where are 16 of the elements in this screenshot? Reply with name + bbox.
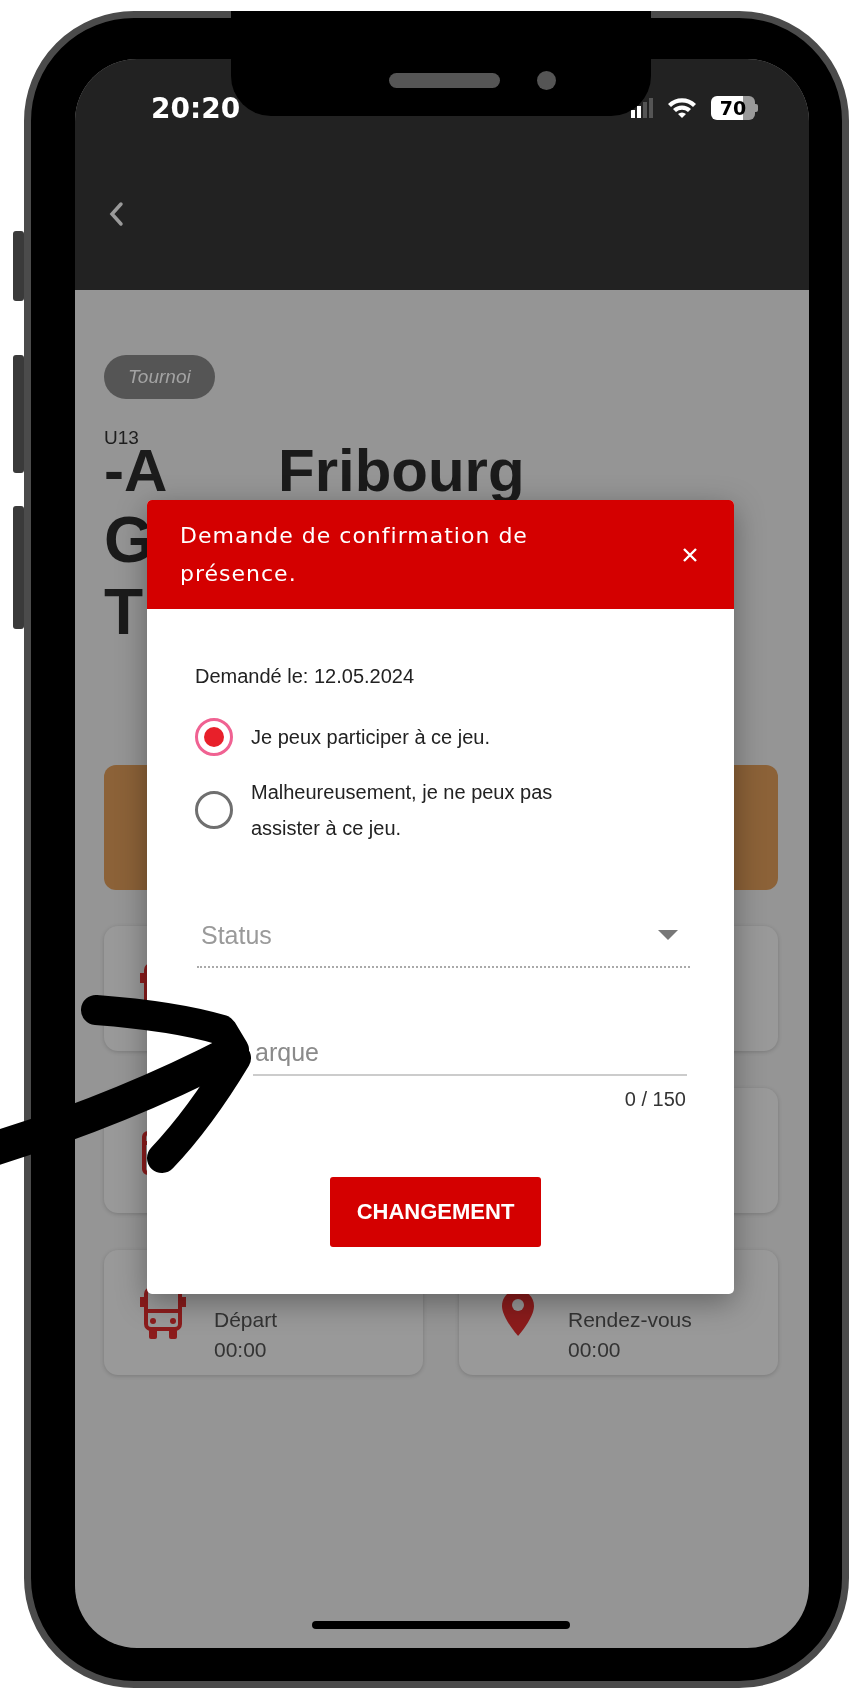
category-chip: Tournoi (104, 355, 215, 399)
request-date: Demandé le: 12.05.2024 (195, 665, 416, 688)
event-title: Fribourg (278, 441, 525, 501)
option-label[interactable]: Malheureusement, je ne peux pas assister à ce jeu. (251, 774, 621, 846)
battery-icon: 70 (711, 96, 758, 120)
card-label: Départ (214, 1307, 278, 1332)
card-time: 00:00 (568, 1337, 622, 1362)
event-title: T (104, 579, 144, 645)
card-label: Rendez-vous (568, 1307, 692, 1332)
char-counter: 0 / 150 (623, 1088, 686, 1111)
status-time: 20:20 (151, 91, 242, 125)
remark-field[interactable]: arque (253, 1016, 687, 1076)
dialog-title: Demande de confirmation de présence. (180, 521, 529, 588)
option-label[interactable]: Je peux participer à ce jeu. (251, 719, 491, 755)
card-time: 00:00 (214, 1337, 268, 1362)
submit-button[interactable]: CHANGEMENT (330, 1177, 541, 1247)
